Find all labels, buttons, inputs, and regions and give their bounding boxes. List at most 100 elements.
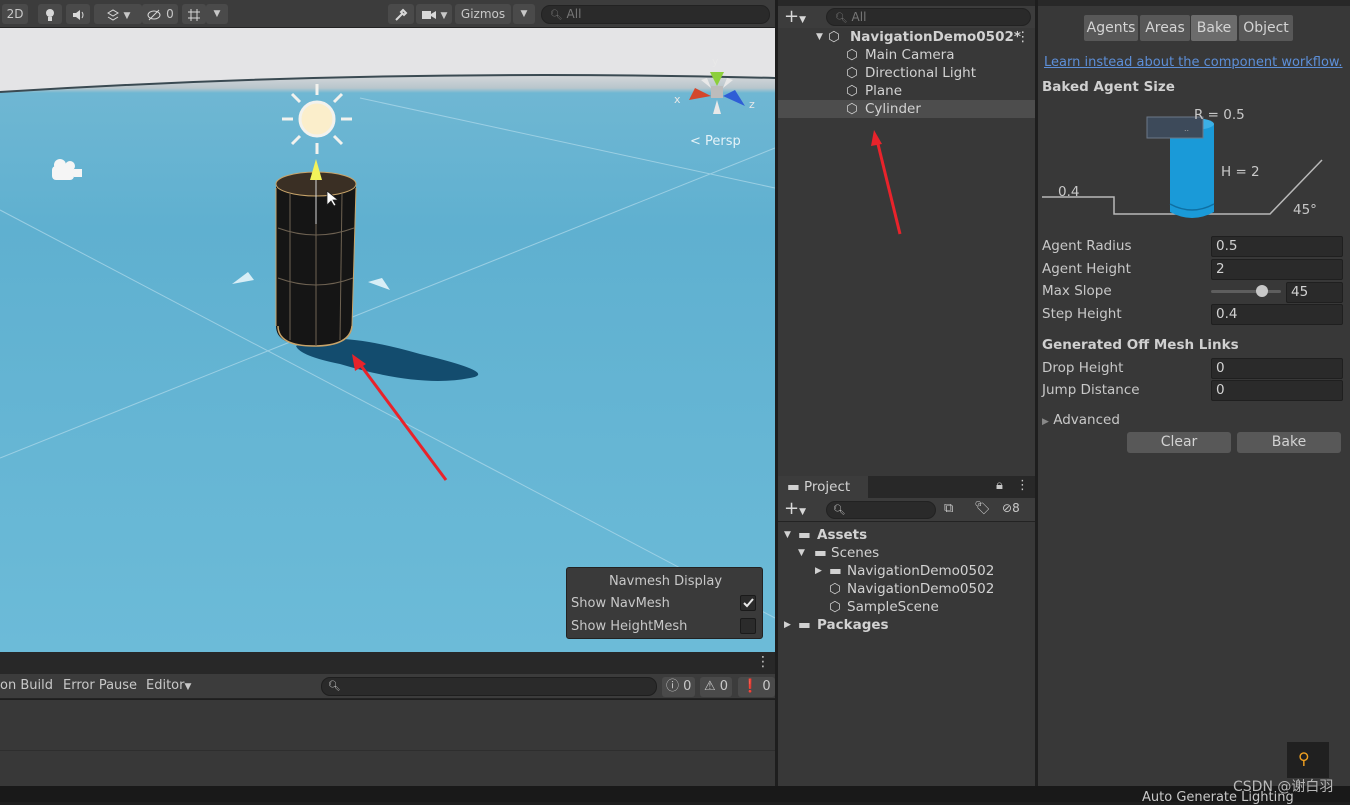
hidden-count: 0 xyxy=(166,7,174,21)
annotation-arrow xyxy=(871,130,902,235)
search-by-type-icon[interactable]: ⧉ xyxy=(944,501,953,516)
add-object-button[interactable]: +▼ xyxy=(784,6,806,27)
project-tree-packages[interactable]: ▶ ▬ Packages xyxy=(778,616,1035,634)
scene-menu-icon[interactable]: ⋮ xyxy=(1016,28,1030,46)
project-tree-folder[interactable]: ▶ ▬ NavigationDemo0502 xyxy=(778,562,1035,580)
scene-canvas[interactable]: y x z xyxy=(0,28,775,652)
error-pause-on-build-toggle[interactable]: on Build xyxy=(0,678,53,693)
scene-search-input[interactable]: 🔍︎ All xyxy=(541,5,770,24)
hidden-packages-toggle[interactable]: ⊘8 xyxy=(1002,501,1020,515)
hierarchy-scene-row[interactable]: ▼ ⬡ NavigationDemo0502* ⋮ xyxy=(778,28,1035,46)
directional-light-icon[interactable] xyxy=(282,84,352,154)
editor-dropdown-label: Editor xyxy=(146,678,185,693)
project-tree-assets[interactable]: ▼ ▬ Assets xyxy=(778,526,1035,544)
error-icon: ❗ xyxy=(742,679,759,694)
max-slope-slider-handle[interactable] xyxy=(1256,285,1268,297)
error-pause-toggle[interactable]: Error Pause xyxy=(63,678,137,693)
2d-toggle-button[interactable]: 2D xyxy=(2,4,28,24)
magnifier-icon: ⚲ xyxy=(1298,749,1310,768)
hierarchy-item[interactable]: ⬡ Plane xyxy=(778,82,1035,100)
log-count-toggle[interactable]: ⓘ 0 xyxy=(662,677,696,697)
log-count: 0 xyxy=(683,679,692,694)
chevron-down-icon: ▼ xyxy=(184,682,192,692)
show-heightmesh-checkbox[interactable] xyxy=(740,618,756,634)
editor-dropdown[interactable]: Editor▼ xyxy=(146,678,191,693)
light-probe-icon xyxy=(232,272,254,284)
grid-dropdown[interactable]: ▼ xyxy=(206,4,228,24)
warning-count-toggle[interactable]: ⚠ 0 xyxy=(700,677,733,697)
gizmos-dropdown[interactable]: ▼ xyxy=(513,4,535,24)
warning-icon: ⚠ xyxy=(704,679,716,694)
orientation-gizmo[interactable] xyxy=(689,72,745,114)
component-workflow-link[interactable]: Learn instead about the component workfl… xyxy=(1044,55,1343,70)
hierarchy-toolbar: +▼ 🔍︎ All xyxy=(778,6,1035,28)
agent-height-field[interactable]: 2 xyxy=(1211,259,1343,280)
tab-agents[interactable]: Agents xyxy=(1084,15,1138,41)
tab-object[interactable]: Object xyxy=(1239,15,1293,41)
camera-dropdown[interactable]: ▼ xyxy=(416,4,452,24)
step-height-field[interactable]: 0.4 xyxy=(1211,304,1343,325)
light-direction-arrow xyxy=(310,159,322,180)
persp-label[interactable]: < Persp xyxy=(690,134,741,149)
hierarchy-search-input[interactable]: 🔍︎ All xyxy=(826,8,1031,26)
error-count-toggle[interactable]: ❗ 0 xyxy=(738,677,775,697)
agent-radius-field[interactable]: 0.5 xyxy=(1211,236,1343,257)
tree-label: Packages xyxy=(817,617,889,633)
warning-count: 0 xyxy=(719,679,729,694)
search-by-label-icon[interactable]: 🏷︎ xyxy=(974,501,991,516)
hierarchy-item[interactable]: ⬡ Directional Light xyxy=(778,64,1035,82)
expand-arrow-icon[interactable]: ▼ xyxy=(816,28,823,46)
step-height-label: Step Height xyxy=(1042,306,1122,322)
unity-scene-icon: ⬡ xyxy=(829,581,841,597)
navigation-panel: Agents Areas Bake Object Learn instead a… xyxy=(1038,0,1350,786)
unity-scene-icon: ⬡ xyxy=(829,599,841,615)
more-options-icon[interactable]: ⋮ xyxy=(1016,478,1029,493)
diagram-step-label: 0.4 xyxy=(1058,184,1080,200)
expand-arrow-icon[interactable]: ▶ xyxy=(815,562,822,580)
advanced-label: Advanced xyxy=(1053,412,1120,428)
status-bar: Auto Generate Lighting xyxy=(0,786,1350,805)
folder-icon: ▬ xyxy=(798,617,811,633)
max-slope-field[interactable]: 45 xyxy=(1286,282,1343,303)
project-search-input[interactable]: 🔍︎ xyxy=(826,501,936,519)
expand-arrow-icon[interactable]: ▼ xyxy=(784,526,791,544)
hierarchy-item[interactable]: ⬡ Main Camera xyxy=(778,46,1035,64)
grid-toggle-button[interactable] xyxy=(182,4,206,24)
jump-distance-field[interactable]: 0 xyxy=(1211,380,1343,401)
drop-height-field[interactable]: 0 xyxy=(1211,358,1343,379)
project-tab[interactable]: ▬ Project xyxy=(778,476,868,498)
gizmos-button[interactable]: Gizmos xyxy=(455,4,511,24)
chevron-down-icon: ▼ xyxy=(213,9,221,19)
create-asset-button[interactable]: +▼ xyxy=(784,498,806,519)
gameobject-cube-icon: ⬡ xyxy=(846,83,858,99)
tools-button[interactable] xyxy=(388,4,414,24)
lighting-toggle-button[interactable] xyxy=(38,4,62,24)
advanced-foldout[interactable]: ▶ Advanced xyxy=(1042,412,1120,428)
lock-icon[interactable]: 🔒︎ xyxy=(996,478,1003,493)
scene-view[interactable]: y x z < Persp Navmesh Display Show NavMe… xyxy=(0,28,775,652)
tab-bake[interactable]: Bake xyxy=(1191,15,1237,41)
show-navmesh-checkbox[interactable] xyxy=(740,595,756,611)
max-slope-slider[interactable] xyxy=(1211,290,1281,293)
project-tree-scene-asset[interactable]: ⬡ SampleScene xyxy=(778,598,1035,616)
console-search-input[interactable]: 🔍︎ xyxy=(321,677,657,696)
lightbulb-icon xyxy=(46,8,54,21)
effects-dropdown[interactable]: ▼ xyxy=(94,4,142,24)
chevron-down-icon: ▼ xyxy=(123,11,131,21)
hidden-objects-toggle[interactable]: 0 xyxy=(142,4,178,24)
project-tree-scene-asset[interactable]: ⬡ NavigationDemo0502 xyxy=(778,580,1035,598)
audio-toggle-button[interactable] xyxy=(66,4,90,24)
clear-button[interactable]: Clear xyxy=(1127,432,1231,453)
hidden-packages-count: 8 xyxy=(1012,501,1020,515)
corner-tool[interactable]: ⚲ xyxy=(1287,742,1329,778)
navmesh-display-panel: Navmesh Display Show NavMesh Show Height… xyxy=(566,567,763,639)
project-tree-scenes[interactable]: ▼ ▬ Scenes xyxy=(778,544,1035,562)
expand-arrow-icon[interactable]: ▼ xyxy=(798,544,805,562)
more-options-icon[interactable]: ⋮ xyxy=(756,654,770,670)
main-camera-gizmo-icon[interactable] xyxy=(52,159,82,180)
tab-areas[interactable]: Areas xyxy=(1140,15,1190,41)
console-log-area[interactable] xyxy=(0,700,775,786)
info-icon: ⓘ xyxy=(666,679,680,694)
bake-button[interactable]: Bake xyxy=(1237,432,1341,453)
expand-arrow-icon[interactable]: ▶ xyxy=(784,616,791,634)
